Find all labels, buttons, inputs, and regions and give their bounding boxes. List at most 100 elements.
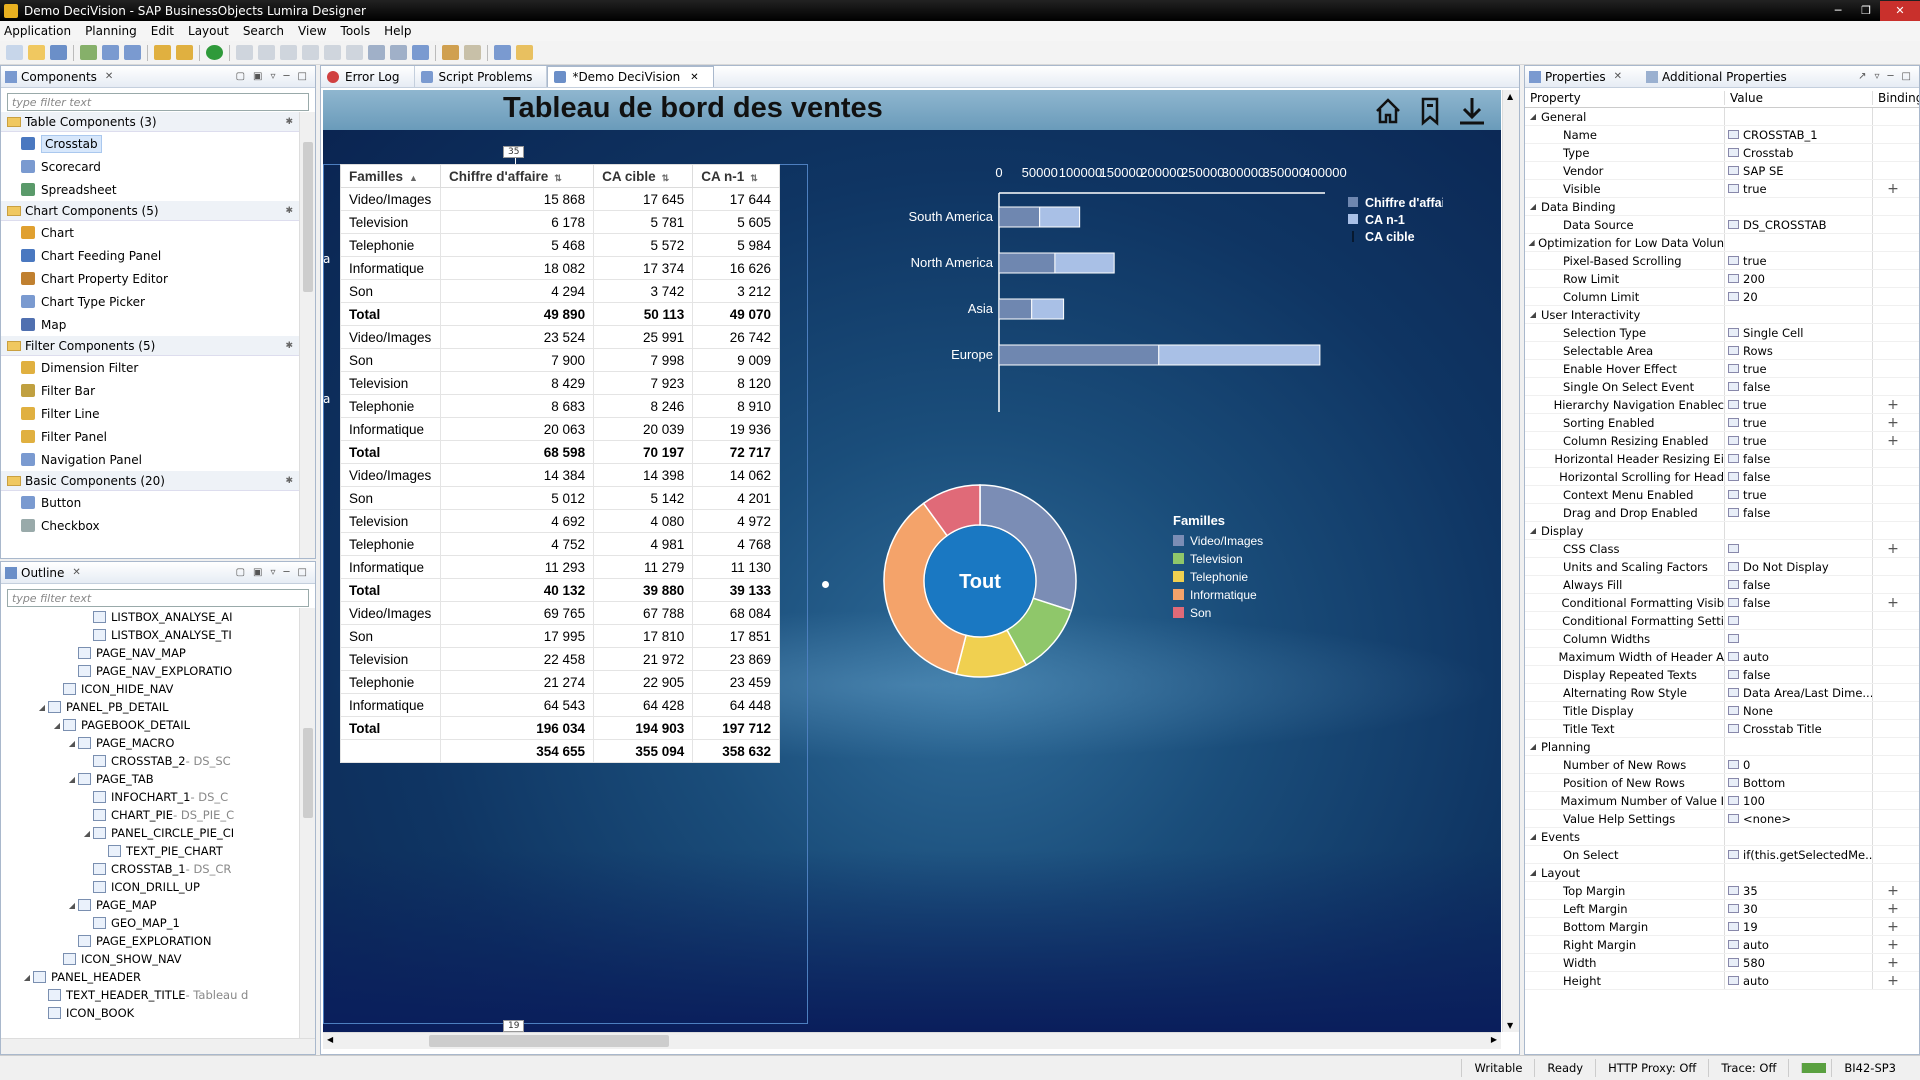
table-icon[interactable] <box>124 45 141 60</box>
crosstab-header-cell[interactable]: CA cible ⇅ <box>593 164 694 188</box>
value-cell[interactable]: 23 459 <box>692 670 780 694</box>
property-row[interactable]: Alternating Row Style Data Area/Last Dime… <box>1525 684 1919 702</box>
value-cell[interactable]: 64 543 <box>439 693 595 717</box>
tab-demo-decivision[interactable]: *Demo DeciVision ✕ <box>547 66 714 87</box>
dashboard-header[interactable] <box>323 90 1501 130</box>
row-label-cell[interactable]: Son <box>340 486 441 510</box>
value-cell[interactable]: 17 645 <box>593 187 694 211</box>
property-row[interactable]: Data Source DS_CROSSTAB <box>1525 216 1919 234</box>
layout-icon[interactable] <box>412 45 429 60</box>
data-icon[interactable] <box>102 45 119 60</box>
value-cell[interactable]: 39 133 <box>692 578 780 602</box>
editor-vscrollbar[interactable]: ▲ ▼ <box>1502 90 1519 1032</box>
component-item[interactable]: Chart Feeding Panel <box>1 244 299 267</box>
save-icon[interactable] <box>50 45 67 60</box>
property-group[interactable]: ◢ Optimization for Low Data Volun <box>1525 234 1919 252</box>
add-binding-icon[interactable]: + <box>1887 901 1899 917</box>
pin-icon[interactable]: ✱ <box>285 206 293 216</box>
row-label-cell[interactable]: Informatique <box>340 256 441 280</box>
value-cell[interactable]: 4 981 <box>593 532 694 556</box>
property-row[interactable]: Height auto + <box>1525 972 1919 990</box>
crosstab-header-cell[interactable]: Familles ▲ <box>340 164 441 188</box>
pie-chart[interactable]: Tout Familles Video/Images Television Teleph… <box>883 475 1443 695</box>
components-filter-input[interactable]: type filter text <box>7 93 309 111</box>
property-row[interactable]: Maximum Width of Header A auto <box>1525 648 1919 666</box>
row-label-cell[interactable]: Son <box>340 348 441 372</box>
tab-additional-properties[interactable]: Additional Properties <box>1662 70 1787 84</box>
property-value-cell[interactable]: true <box>1725 414 1873 431</box>
outline-item[interactable]: CROSSTAB_2 - DS_SC <box>1 752 299 770</box>
value-cell[interactable]: 21 274 <box>439 670 595 694</box>
minimize-icon[interactable]: ─ <box>1824 1 1852 21</box>
property-group[interactable]: ◢ Layout <box>1525 864 1919 882</box>
outline-collapse-icon[interactable]: ▣ <box>253 567 262 578</box>
legend-label[interactable]: CA cible <box>1365 230 1415 244</box>
value-cell[interactable]: 5 781 <box>593 210 694 234</box>
outline-item[interactable]: ◢ PANEL_HEADER <box>1 968 299 986</box>
binding-cell[interactable]: + <box>1873 955 1913 971</box>
outline-hscrollbar[interactable] <box>1 1038 315 1054</box>
value-cell[interactable]: 72 717 <box>692 440 780 464</box>
add-binding-icon[interactable]: + <box>1887 181 1899 197</box>
property-row[interactable]: Display Repeated Texts false <box>1525 666 1919 684</box>
property-value-cell[interactable]: 100 <box>1725 792 1873 809</box>
outline-expand-icon[interactable]: ▢ <box>236 567 245 578</box>
property-row[interactable]: Left Margin 30 + <box>1525 900 1919 918</box>
align-bottom-icon[interactable] <box>346 45 363 60</box>
align-middle-icon[interactable] <box>324 45 341 60</box>
tab-script-problems[interactable]: Script Problems <box>415 66 548 87</box>
property-value-cell[interactable]: Single Cell <box>1725 324 1873 341</box>
property-value-cell[interactable]: Data Area/Last Dime... <box>1725 684 1873 701</box>
component-category[interactable]: Basic Components (20) ✱ <box>1 471 299 491</box>
align-right-icon[interactable] <box>280 45 297 60</box>
value-cell[interactable]: 4 768 <box>692 532 780 556</box>
tree-toggle-icon[interactable]: ◢ <box>66 775 78 784</box>
property-row[interactable]: Conditional Formatting Visib false + <box>1525 594 1919 612</box>
value-cell[interactable]: 8 120 <box>692 371 780 395</box>
value-cell[interactable]: 8 683 <box>439 394 595 418</box>
property-value-cell[interactable]: false <box>1725 468 1873 485</box>
menu-help[interactable]: Help <box>384 24 411 38</box>
value-cell[interactable]: 39 880 <box>593 578 694 602</box>
row-label-cell[interactable]: Television <box>340 509 441 533</box>
property-row[interactable]: Selectable Area Rows <box>1525 342 1919 360</box>
properties-menu-icon[interactable]: ▿ <box>1874 71 1879 82</box>
legend-label[interactable]: Chiffre d'affaire <box>1365 196 1443 210</box>
bar-0[interactable] <box>998 206 1041 228</box>
component-category[interactable]: Chart Components (5) ✱ <box>1 201 299 221</box>
property-value-cell[interactable] <box>1725 612 1873 629</box>
row-label-cell[interactable]: Total <box>340 716 441 740</box>
outline-item[interactable]: CHART_PIE - DS_PIE_C <box>1 806 299 824</box>
property-row[interactable]: Units and Scaling Factors Do Not Display <box>1525 558 1919 576</box>
outline-item[interactable]: ◢ PAGE_TAB <box>1 770 299 788</box>
crosstab-row[interactable]: Informatique 64 543 64 428 64 448 <box>340 693 780 717</box>
close-tab-icon[interactable]: ✕ <box>690 72 698 83</box>
crosstab-row[interactable]: Total 196 034 194 903 197 712 <box>340 716 780 740</box>
property-row[interactable]: Context Menu Enabled true <box>1525 486 1919 504</box>
property-value-cell[interactable]: true <box>1725 396 1873 413</box>
tree-toggle-icon[interactable]: ◢ <box>66 739 78 748</box>
value-cell[interactable]: 194 903 <box>593 716 694 740</box>
value-cell[interactable]: 11 293 <box>439 555 595 579</box>
group-toggle-icon[interactable]: ◢ <box>1525 238 1538 247</box>
row-label-cell[interactable]: Total <box>340 578 441 602</box>
crosstab-row[interactable]: Son 17 995 17 810 17 851 <box>340 624 780 648</box>
pie-legend-label[interactable]: Television <box>1190 552 1243 566</box>
component-item[interactable]: Dimension Filter <box>1 356 299 379</box>
crosstab-row[interactable]: Telephonie 21 274 22 905 23 459 <box>340 670 780 694</box>
outline-maximize-icon[interactable]: □ <box>298 567 307 578</box>
expand-all-icon[interactable]: ▢ <box>236 71 245 82</box>
crosstab-row[interactable]: Video/Images 23 524 25 991 26 742 <box>340 325 780 349</box>
property-row[interactable]: Value Help Settings <none> <box>1525 810 1919 828</box>
property-value-cell[interactable]: false <box>1725 666 1873 683</box>
property-value-cell[interactable]: Rows <box>1725 342 1873 359</box>
property-row[interactable]: Horizontal Header Resizing Ei false <box>1525 450 1919 468</box>
outline-item[interactable]: ICON_DRILL_UP <box>1 878 299 896</box>
crosstab-row[interactable]: Total 49 890 50 113 49 070 <box>340 302 780 326</box>
outline-item[interactable]: TEXT_HEADER_TITLE - Tableau d <box>1 986 299 1004</box>
add-binding-icon[interactable]: + <box>1887 919 1899 935</box>
property-row[interactable]: Position of New Rows Bottom <box>1525 774 1919 792</box>
bar-1[interactable] <box>1031 298 1065 320</box>
value-cell[interactable]: 17 374 <box>593 256 694 280</box>
outline-item[interactable]: PAGE_EXPLORATION <box>1 932 299 950</box>
